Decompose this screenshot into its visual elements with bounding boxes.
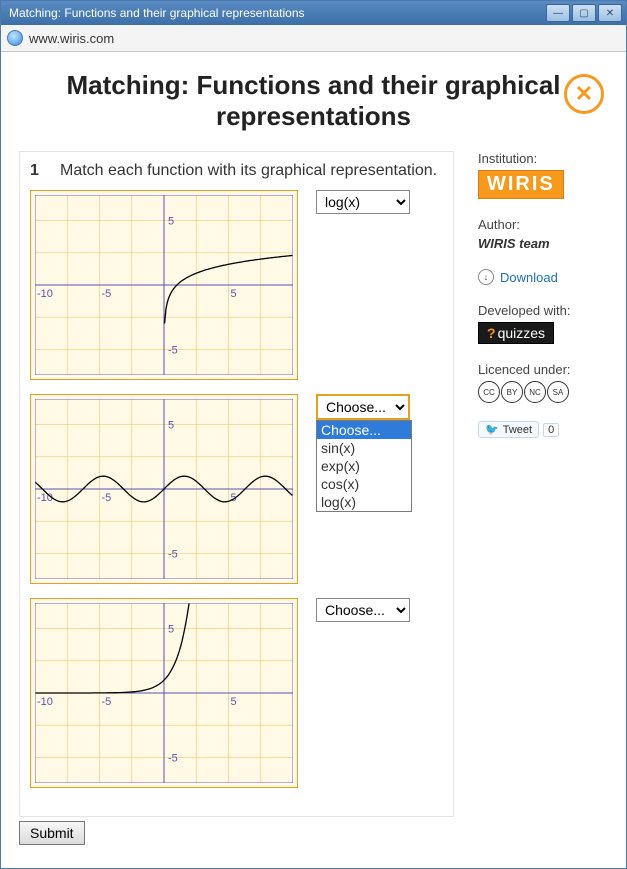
- page-content: ✕ Matching: Functions and their graphica…: [1, 52, 626, 868]
- function-plot: -10-5510-55: [35, 399, 293, 579]
- question-prompt: Match each function with its graphical r…: [60, 162, 437, 180]
- question-number: 1: [30, 162, 46, 180]
- tweet-label: Tweet: [503, 424, 532, 436]
- institution-logo[interactable]: WIRIS: [478, 170, 564, 199]
- address-bar: www.wiris.com: [1, 25, 626, 52]
- dropdown-option[interactable]: cos(x): [317, 475, 411, 493]
- cc-license-icon[interactable]: CCBYNCSA: [478, 381, 608, 403]
- window-buttons: — ▢ ✕: [546, 4, 622, 22]
- submit-button[interactable]: Submit: [19, 821, 85, 845]
- svg-text:-5: -5: [102, 492, 112, 504]
- twitter-icon: 🐦: [485, 423, 499, 436]
- svg-text:-10: -10: [37, 288, 53, 300]
- match-row: -10-5510-55Choose...sin(x)exp(x)cos(x)lo…: [30, 394, 443, 584]
- close-window-button[interactable]: ✕: [598, 4, 622, 22]
- main-column: 1 Match each function with its graphical…: [19, 151, 454, 845]
- app-window: Matching: Functions and their graphical …: [0, 0, 627, 869]
- svg-text:5: 5: [168, 216, 174, 228]
- svg-text:5: 5: [231, 288, 237, 300]
- svg-text:5: 5: [231, 696, 237, 708]
- download-icon: ↓: [478, 269, 494, 285]
- function-dropdown-list: Choose...sin(x)exp(x)cos(x)log(x): [316, 420, 412, 512]
- svg-text:-5: -5: [102, 288, 112, 300]
- plot-frame: -10-5510-55: [30, 190, 298, 380]
- minimize-button[interactable]: —: [546, 4, 570, 22]
- url-field[interactable]: www.wiris.com: [29, 31, 620, 46]
- tweet-count: 0: [543, 423, 559, 437]
- tweet-button[interactable]: 🐦 Tweet: [478, 421, 539, 438]
- window-title: Matching: Functions and their graphical …: [5, 6, 546, 20]
- function-plot: -10-5510-55: [35, 603, 293, 783]
- download-link[interactable]: Download: [500, 270, 558, 285]
- institution-label: Institution:: [478, 151, 608, 166]
- dropdown-option[interactable]: sin(x): [317, 439, 411, 457]
- function-select[interactable]: Choose...sin(x)exp(x)cos(x)log(x): [316, 598, 410, 622]
- svg-text:5: 5: [168, 420, 174, 432]
- svg-text:-5: -5: [168, 345, 178, 357]
- author-name: WIRIS team: [478, 236, 608, 251]
- question-card: 1 Match each function with its graphical…: [19, 151, 454, 817]
- dropdown-option[interactable]: exp(x): [317, 457, 411, 475]
- maximize-button[interactable]: ▢: [572, 4, 596, 22]
- window-titlebar: Matching: Functions and their graphical …: [1, 1, 626, 25]
- function-select[interactable]: Choose...sin(x)exp(x)cos(x)log(x): [316, 190, 410, 214]
- function-plot: -10-5510-55: [35, 195, 293, 375]
- svg-text:-5: -5: [102, 696, 112, 708]
- svg-text:-10: -10: [37, 696, 53, 708]
- svg-text:-5: -5: [168, 753, 178, 765]
- author-label: Author:: [478, 217, 608, 232]
- plot-frame: -10-5510-55: [30, 394, 298, 584]
- quizzes-label: quizzes: [498, 325, 545, 341]
- globe-icon: [7, 30, 23, 46]
- page-heading: Matching: Functions and their graphical …: [19, 70, 608, 131]
- match-row: -10-5510-55Choose...sin(x)exp(x)cos(x)lo…: [30, 598, 443, 788]
- license-label: Licenced under:: [478, 362, 608, 377]
- svg-text:5: 5: [168, 624, 174, 636]
- dropdown-option[interactable]: Choose...: [317, 421, 411, 439]
- quizzes-badge[interactable]: ?quizzes: [478, 322, 554, 344]
- sidebar: Institution: WIRIS Author: WIRIS team ↓ …: [478, 151, 608, 845]
- function-select[interactable]: Choose...sin(x)exp(x)cos(x)log(x): [316, 394, 410, 420]
- developed-label: Developed with:: [478, 303, 608, 318]
- close-icon[interactable]: ✕: [564, 74, 604, 114]
- match-row: -10-5510-55Choose...sin(x)exp(x)cos(x)lo…: [30, 190, 443, 380]
- svg-text:-10: -10: [37, 492, 53, 504]
- svg-text:-5: -5: [168, 549, 178, 561]
- plot-frame: -10-5510-55: [30, 598, 298, 788]
- dropdown-option[interactable]: log(x): [317, 493, 411, 511]
